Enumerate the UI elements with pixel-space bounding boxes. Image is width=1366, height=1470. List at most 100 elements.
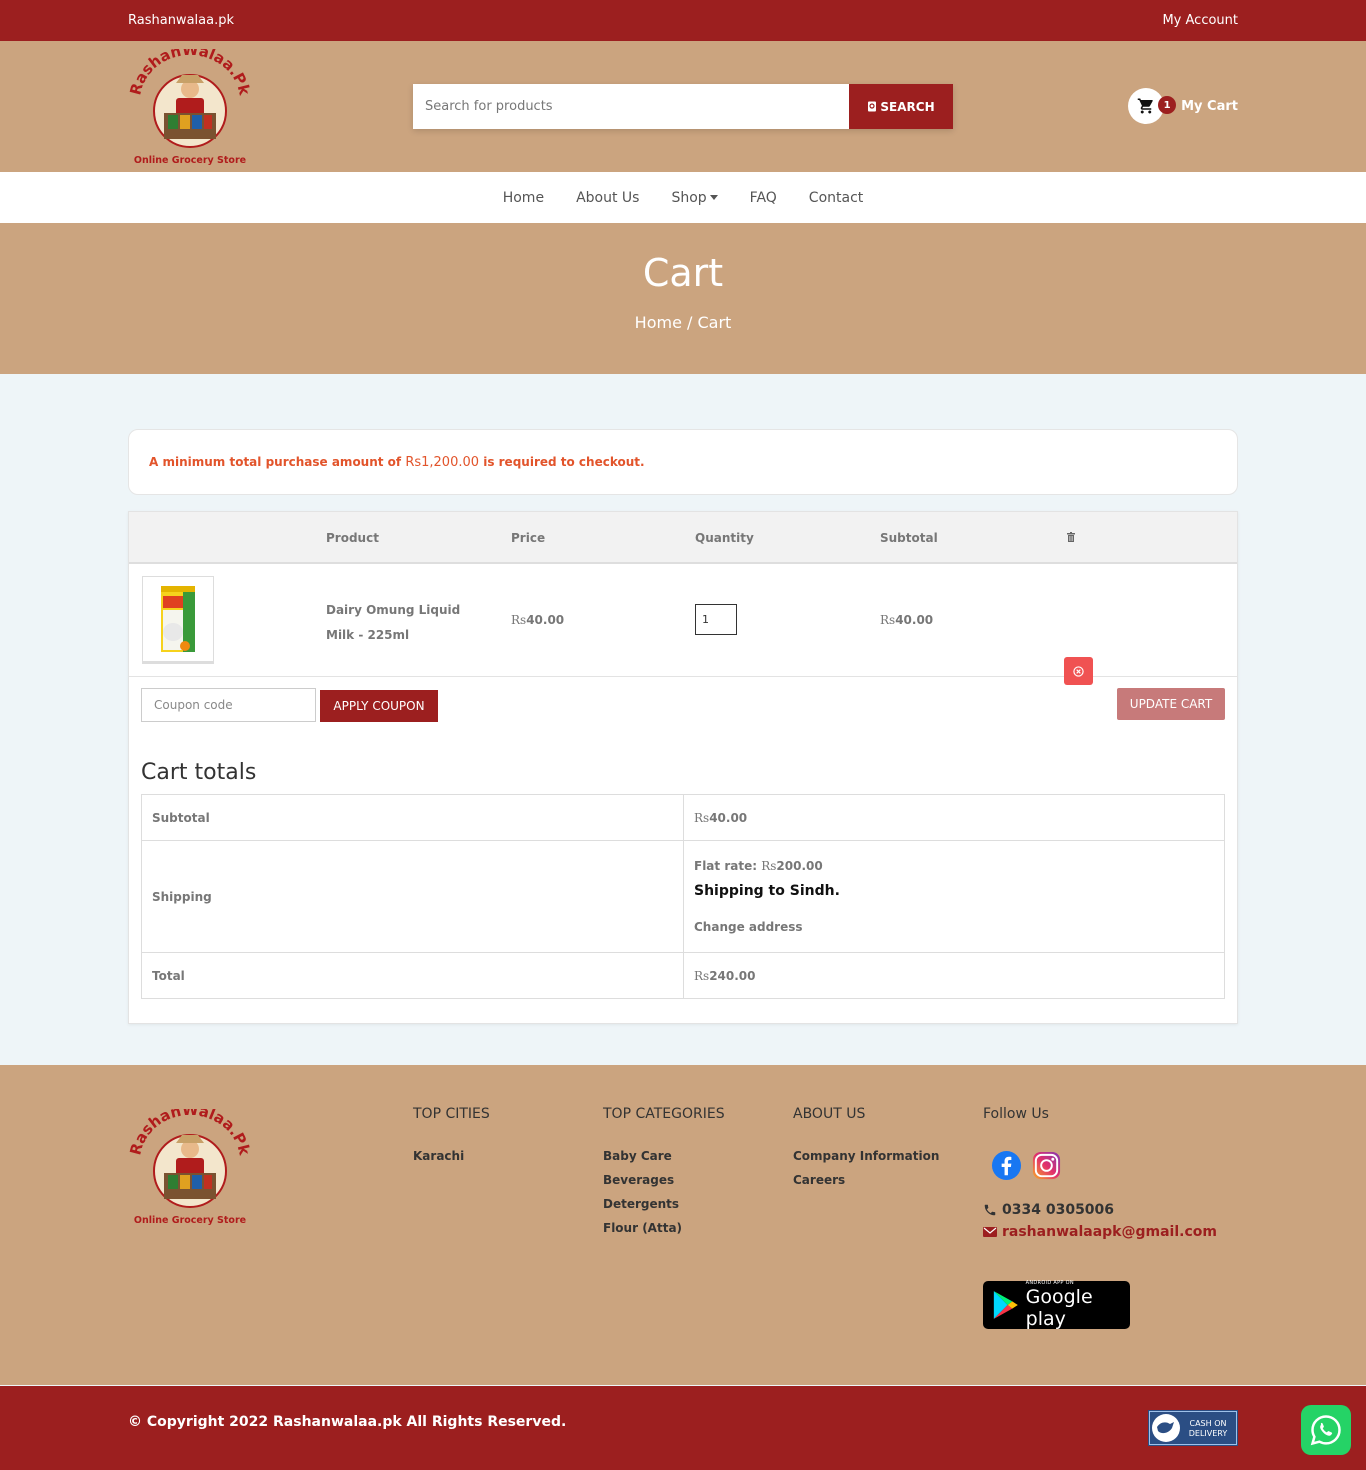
search-doc-icon: [868, 101, 877, 112]
instagram-icon[interactable]: [1031, 1150, 1062, 1181]
footer-about-link[interactable]: Company Information: [793, 1149, 939, 1163]
shopping-cart-icon: [1137, 98, 1153, 114]
subtotal-value: 40.00: [895, 613, 934, 627]
chevron-down-icon: [709, 195, 718, 200]
totals-subtotal-currency: Rs: [694, 810, 710, 825]
footer-category-link[interactable]: Beverages: [603, 1173, 725, 1187]
remove-item-button[interactable]: [1064, 657, 1093, 685]
svg-text:Online Grocery Store: Online Grocery Store: [134, 1215, 246, 1226]
phone-icon: [984, 1204, 996, 1216]
price-currency: Rs: [511, 613, 527, 627]
main-nav: Home About Us Shop FAQ Contact: [0, 172, 1366, 223]
nav-about-us[interactable]: About Us: [576, 190, 639, 206]
site-logo[interactable]: RashanWalaa.Pk Online Grocery Store: [128, 49, 253, 169]
my-cart-label[interactable]: My Cart: [1181, 99, 1238, 114]
notice-prefix: A minimum total purchase amount of: [149, 455, 406, 469]
header: RashanWalaa.Pk Online Grocery Store SEAR…: [0, 41, 1366, 172]
flat-rate-value: 200.00: [776, 859, 823, 873]
cart-totals-title: Cart totals: [141, 760, 257, 785]
cart-widget[interactable]: 1 My Cart: [1128, 88, 1238, 124]
footer-categories-title: TOP CATEGORIES: [603, 1106, 725, 1122]
totals-subtotal-value: 40.00: [709, 810, 748, 825]
apply-coupon-button[interactable]: APPLY COUPON: [320, 690, 438, 722]
nav-faq[interactable]: FAQ: [750, 190, 777, 206]
svg-text:Online Grocery Store: Online Grocery Store: [134, 155, 246, 166]
cash-on-delivery-badge: CASH ON DELIVERY: [1148, 1410, 1238, 1446]
totals-total-label: Total: [141, 952, 684, 999]
breadcrumb-home[interactable]: Home: [635, 313, 682, 332]
my-account-link[interactable]: My Account: [1162, 13, 1238, 28]
google-play-icon: [993, 1291, 1018, 1319]
update-cart-button[interactable]: UPDATE CART: [1117, 688, 1225, 720]
nav-shop[interactable]: Shop: [671, 189, 718, 206]
totals-total-currency: Rs: [694, 968, 710, 983]
subtotal-currency: Rs: [880, 613, 896, 627]
svg-text:CASH ON: CASH ON: [1190, 1419, 1227, 1428]
search-input[interactable]: [413, 84, 849, 129]
totals-total-row: Total Rs240.00: [141, 952, 1225, 999]
totals-shipping-info: Flat rate: Rs200.00 Shipping to Sindh. C…: [683, 840, 1225, 953]
product-name[interactable]: Dairy Omung Liquid Milk - 225ml: [326, 598, 491, 648]
footer-logo[interactable]: RashanWalaa.Pk Online Grocery Store: [128, 1109, 253, 1229]
nav-shop-label: Shop: [671, 189, 707, 206]
search-bar: SEARCH: [413, 84, 953, 129]
email-address: rashanwalaapk@gmail.com: [1002, 1224, 1217, 1240]
totals-total-amount: Rs240.00: [683, 952, 1225, 999]
whatsapp-button[interactable]: [1301, 1405, 1351, 1455]
header-quantity: Quantity: [695, 531, 754, 545]
totals-shipping-label: Shipping: [141, 840, 684, 953]
footer-email[interactable]: rashanwalaapk@gmail.com: [983, 1224, 1217, 1240]
page-title: Cart: [642, 251, 724, 295]
cart-icon-wrap[interactable]: 1: [1128, 88, 1177, 124]
totals-shipping-row: Shipping Flat rate: Rs200.00 Shipping to…: [141, 840, 1225, 953]
cart-count-badge: 1: [1158, 96, 1177, 114]
top-bar: Rashanwalaa.pk My Account: [0, 0, 1366, 41]
price-value: 40.00: [526, 613, 565, 627]
search-button[interactable]: SEARCH: [849, 84, 953, 129]
footer-category-link[interactable]: Flour (Atta): [603, 1221, 725, 1235]
google-play-big-text: Google play: [1025, 1286, 1093, 1330]
header-product: Product: [326, 531, 379, 545]
cart-panel: Product Price Quantity Subtotal Dairy Om…: [128, 511, 1238, 1024]
nav-contact[interactable]: Contact: [809, 190, 863, 206]
coupon-input[interactable]: [141, 688, 316, 722]
change-address-link[interactable]: Change address: [694, 920, 1214, 934]
product-subtotal: Rs40.00: [880, 613, 933, 627]
flat-rate-label: Flat rate:: [694, 859, 762, 873]
svg-text:DELIVERY: DELIVERY: [1189, 1429, 1228, 1438]
totals-subtotal-label: Subtotal: [141, 794, 684, 841]
footer-category-link[interactable]: Detergents: [603, 1197, 725, 1211]
phone-number: 0334 0305006: [1002, 1202, 1115, 1218]
footer-follow-title: Follow Us: [983, 1106, 1049, 1122]
footer-phone[interactable]: 0334 0305006: [983, 1202, 1114, 1218]
milk-carton-image: [161, 586, 195, 652]
footer-city-link[interactable]: Karachi: [413, 1149, 490, 1163]
product-price: Rs40.00: [511, 613, 564, 627]
footer-cities: TOP CITIES Karachi: [413, 1106, 490, 1173]
google-play-badge[interactable]: ANDROID APP ON Google play: [983, 1280, 1130, 1330]
facebook-icon[interactable]: [991, 1150, 1022, 1181]
copyright-text: © Copyright 2022 Rashanwalaa.pk All Righ…: [128, 1414, 567, 1430]
quantity-input[interactable]: [695, 604, 737, 635]
trash-icon: [1067, 532, 1075, 542]
cart-totals-table: Subtotal Rs40.00 Shipping Flat rate: Rs2…: [141, 794, 1225, 999]
totals-subtotal-amount: Rs40.00: [683, 794, 1225, 841]
footer-about-link[interactable]: Careers: [793, 1173, 939, 1187]
site-name-link[interactable]: Rashanwalaa.pk: [128, 13, 234, 28]
footer-category-link[interactable]: Baby Care: [603, 1149, 725, 1163]
page-banner: Cart Home / Cart: [0, 223, 1366, 374]
header-subtotal: Subtotal: [880, 531, 938, 545]
breadcrumb: Home / Cart: [0, 313, 1366, 332]
close-circle-icon: [1073, 665, 1084, 677]
mail-icon: [983, 1227, 997, 1237]
product-thumbnail[interactable]: [142, 576, 214, 664]
copyright-bar: © Copyright 2022 Rashanwalaa.pk All Righ…: [0, 1386, 1366, 1470]
breadcrumb-current: Cart: [697, 313, 732, 332]
notice-amount: Rs1,200.00: [405, 454, 480, 470]
nav-home[interactable]: Home: [503, 190, 544, 206]
cart-item-row: Dairy Omung Liquid Milk - 225ml Rs40.00 …: [129, 564, 1237, 685]
header-price: Price: [511, 531, 546, 545]
min-purchase-notice: A minimum total purchase amount of Rs1,2…: [128, 429, 1238, 495]
search-button-label: SEARCH: [880, 99, 935, 114]
cart-table-header: Product Price Quantity Subtotal: [129, 512, 1237, 564]
